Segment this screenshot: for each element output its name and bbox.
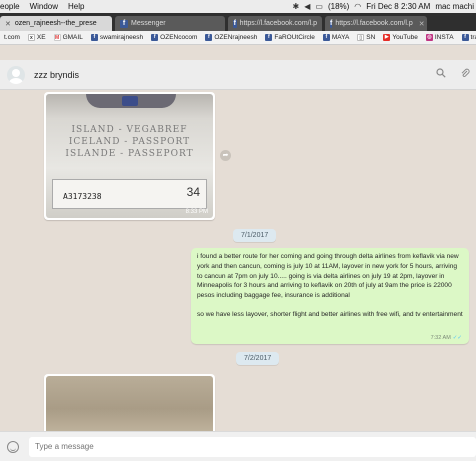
message-text: i found a better route for her coming an… (197, 253, 459, 300)
message-input[interactable] (29, 436, 476, 457)
passport-title-lines: ISLAND - VEGABREF ICELAND - PASSPORT ISL… (46, 124, 213, 160)
youtube-icon: ▶ (383, 34, 391, 41)
bookmark-label: XE (36, 34, 46, 41)
bookmark-label: swamirajneesh (99, 34, 144, 41)
bookmark-xe[interactable]: x XE (24, 34, 50, 41)
bookmark-label: OZENrajneesh (214, 34, 258, 41)
tab-facebook-link-2[interactable]: f https://l.facebook.com/l.p ✕ (325, 16, 427, 31)
menu-bar-status: ✱ ◀ ▭ (18%) ◠ Fri Dec 8 2:30 AM mac mach… (293, 2, 476, 11)
passport-photo[interactable]: ISLAND - VEGABREF ICELAND - PASSPORT ISL… (46, 94, 213, 218)
bookmark-insta[interactable]: ◎ INSTA (422, 34, 458, 41)
bookmark-label: INSTA (434, 34, 454, 41)
bluetooth-icon[interactable]: ✱ (293, 2, 300, 11)
bookmark-gmail[interactable]: M GMAIL (50, 34, 87, 41)
forward-icon[interactable]: ➦ (220, 150, 231, 161)
volume-icon[interactable]: ◀ (304, 2, 310, 11)
facebook-icon: f (233, 19, 237, 28)
facebook-icon: f (90, 34, 98, 41)
menu-item-help[interactable]: Help (63, 2, 89, 11)
menu-clock[interactable]: Fri Dec 8 2:30 AM (366, 2, 430, 11)
battery-icon[interactable]: ▭ (315, 2, 323, 11)
facebook-icon: f (265, 34, 273, 41)
bookmark-tcom[interactable]: t.com (0, 34, 24, 41)
chat-header: zzz bryndis (0, 60, 476, 90)
bookmark-ozenrajneesh[interactable]: f OZENrajneesh (201, 34, 261, 41)
tab-facebook-link-1[interactable]: f https://l.facebook.com/l.p (228, 16, 322, 31)
battery-percent: (18%) (327, 2, 350, 11)
bookmark-ozencocom[interactable]: f OZENcocom (147, 34, 201, 41)
message-time: 7:32 AM (430, 335, 451, 341)
date-separator: 7/2/2017 (236, 352, 280, 365)
message-composer (0, 431, 476, 461)
tab-messenger[interactable]: f Messenger (115, 16, 225, 31)
gmail-icon: M (53, 34, 61, 41)
bookmark-youtube[interactable]: ▶ YouTube (379, 34, 422, 41)
close-tab-icon[interactable]: ✕ (419, 20, 425, 28)
mac-menu-bar: eople Window Help ✱ ◀ ▭ (18%) ◠ Fri Dec … (0, 0, 476, 13)
outgoing-message[interactable]: i found a better route for her coming an… (191, 248, 469, 344)
attach-icon[interactable] (460, 68, 470, 81)
passport-number: A3173238 (63, 192, 102, 201)
facebook-icon: f (330, 19, 333, 28)
bookmark-label: OZENcocom (160, 34, 198, 41)
facebook-icon: f (151, 34, 159, 41)
bookmark-swamirajneesh[interactable]: f swamirajneesh (87, 34, 147, 41)
bookmark-maya[interactable]: f MAYA (319, 34, 353, 41)
facebook-icon: f (322, 34, 330, 41)
message-list[interactable]: ISLAND - VEGABREF ICELAND - PASSPORT ISL… (0, 90, 476, 431)
browser-tab-strip: ✕ ozen_rajneesh--the_prese f Messenger f… (0, 13, 476, 31)
menu-item-people[interactable]: eople (0, 2, 25, 11)
avatar[interactable] (7, 65, 25, 84)
facebook-icon: f (120, 19, 128, 28)
menu-item-window[interactable]: Window (25, 2, 63, 11)
passport-page-number: 34 (186, 185, 200, 199)
close-tab-icon[interactable]: ✕ (5, 20, 11, 28)
passport-line: ICELAND - PASSPORT (68, 137, 191, 147)
bookmark-label: YouTube (392, 34, 418, 41)
xe-icon: x (27, 34, 35, 41)
image-thumbnail[interactable] (46, 376, 213, 431)
bookmark-label: GMAIL (62, 34, 83, 41)
search-icon[interactable] (436, 68, 446, 81)
bookmark-sn[interactable]: ▯ SN (353, 34, 379, 41)
bookmark-label: FaROUtCircle (274, 34, 315, 41)
bookmark-faroutcircle[interactable]: f FaROUtCircle (261, 34, 318, 41)
bookmark-label: tra (470, 34, 476, 41)
passport-line: ISLANDE - PASSEPORT (65, 149, 194, 159)
message-text: so we have less layover, shorter flight … (197, 310, 463, 318)
tab-ozen-rajneesh[interactable]: ✕ ozen_rajneesh--the_prese (0, 16, 112, 31)
passport-line: ISLAND - VEGABREF (71, 125, 188, 135)
tab-label: https://l.facebook.com/l.p (335, 20, 413, 27)
facebook-icon: f (205, 34, 213, 41)
read-receipt-icon: ✓✓ (452, 335, 462, 341)
instagram-icon: ◎ (425, 34, 433, 41)
bookmark-label: MAYA (331, 34, 350, 41)
passport-number-card: A3173238 34 (52, 179, 207, 209)
emoji-icon[interactable] (7, 440, 19, 453)
tab-label: ozen_rajneesh--the_prese (14, 20, 97, 27)
tab-label: https://l.facebook.com/l.p (239, 20, 317, 27)
bookmark-label: SN (366, 34, 376, 41)
wifi-icon[interactable]: ◠ (354, 2, 361, 11)
contact-name[interactable]: zzz bryndis (34, 70, 79, 80)
incoming-image-message[interactable]: ISLAND - VEGABREF ICELAND - PASSPORT ISL… (44, 92, 215, 220)
incoming-image-message[interactable] (44, 374, 215, 431)
menu-user[interactable]: mac machi (435, 2, 474, 11)
date-separator: 7/1/2017 (233, 229, 277, 242)
message-time: 8:33 PM (185, 209, 208, 215)
passport-emblem (86, 94, 176, 108)
chat-header-actions (436, 68, 476, 81)
facebook-icon: f (461, 34, 469, 41)
bookmarks-bar: t.com x XE M GMAIL f swamirajneesh f OZENcoc… (0, 31, 476, 45)
bookmark-label: t.com (4, 34, 20, 41)
bookmark-tra[interactable]: ftra (458, 34, 476, 41)
message-meta: 7:32 AM ✓✓ (431, 335, 462, 341)
tab-label: Messenger (131, 20, 166, 27)
doc-icon: ▯ (357, 34, 365, 41)
